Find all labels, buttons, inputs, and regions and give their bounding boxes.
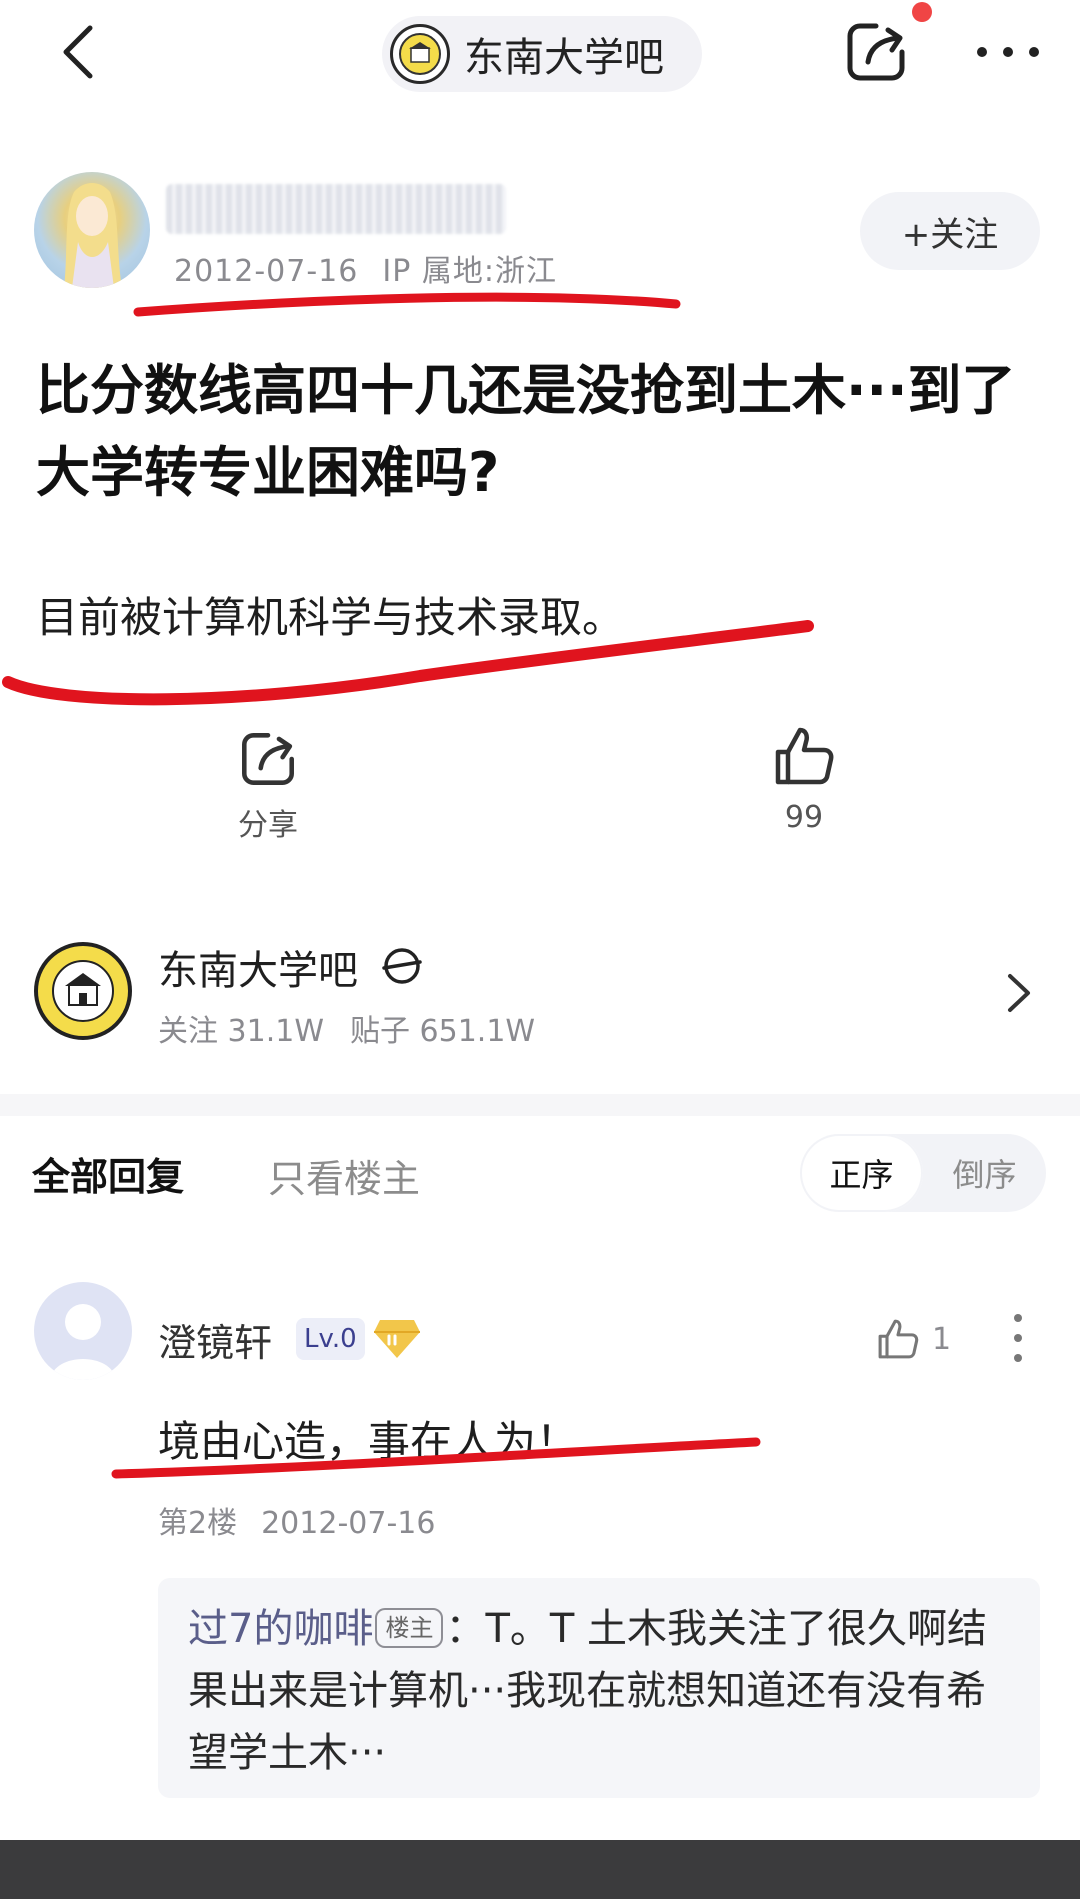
post-body: 目前被计算机科学与技术录取。 [36, 593, 625, 642]
back-arrow-icon[interactable] [52, 22, 112, 82]
share-icon[interactable] [842, 18, 910, 86]
author-name-redacted[interactable] [166, 184, 506, 234]
op-tag: 楼主 [375, 1608, 444, 1648]
tab-op-only[interactable]: 只看楼主 [268, 1148, 420, 1203]
sort-toggle: 正序 倒序 [800, 1134, 1046, 1212]
reply-avatar[interactable] [34, 1282, 132, 1380]
share-label: 分享 [238, 808, 298, 843]
reply-like-count: 1 [932, 1322, 952, 1357]
section-divider [0, 1094, 1080, 1116]
vip-gem-icon [372, 1316, 422, 1360]
reply-username[interactable]: 澄镜轩 [158, 1312, 272, 1367]
reply-meta: 第2楼 2012-07-16 [158, 1498, 435, 1542]
reply-date: 2012-07-16 [261, 1506, 436, 1541]
reply-more-vertical-icon[interactable] [1008, 1310, 1028, 1366]
author-meta: 2012-07-16 IP 属地:浙江 [174, 246, 557, 290]
like-count: 99 [784, 800, 824, 835]
notification-dot [912, 2, 932, 22]
thumbs-up-icon [775, 727, 834, 785]
forum-pill-label: 东南大学吧 [464, 35, 664, 81]
top-bar: 东南大学吧 [0, 0, 1080, 110]
post-title: 比分数线高四十几还是没抢到土木···到了大学转专业困难吗? [36, 359, 1016, 504]
sort-descending-button[interactable]: 倒序 [923, 1150, 1046, 1196]
forum-card-name[interactable]: 东南大学吧 [158, 938, 358, 996]
share-button[interactable]: 分享 [214, 728, 322, 844]
reply-floor: 第2楼 [158, 1506, 238, 1541]
verified-badge-icon [380, 944, 424, 988]
like-button[interactable]: 99 [746, 724, 862, 835]
more-dots-icon[interactable] [968, 26, 1048, 76]
tab-all-replies[interactable]: 全部回复 [32, 1146, 184, 1201]
sort-ascending-button[interactable]: 正序 [800, 1134, 923, 1212]
level-badge: Lv.0 [296, 1318, 365, 1360]
forum-card-logo-icon[interactable] [34, 942, 132, 1040]
forum-posts: 贴子 651.1W [350, 1014, 536, 1049]
forum-pill[interactable]: 东南大学吧 [382, 16, 702, 92]
forum-followers: 关注 31.1W [158, 1014, 324, 1049]
post-date: 2012-07-16 [174, 254, 359, 289]
reply-text: 境由心造，事在人为！ [158, 1417, 579, 1466]
reply-thumbs-up-icon[interactable] [876, 1316, 920, 1362]
sub-reply-username[interactable]: 过7的咖啡 [188, 1606, 373, 1652]
follow-button[interactable]: +关注 [860, 192, 1040, 270]
sub-reply[interactable]: 过7的咖啡 楼主 ：T。T 土木我关注了很久啊结果出来是计算机···我现在就想知道还… [158, 1578, 1040, 1798]
bottom-bar [0, 1840, 1080, 1899]
author-avatar[interactable] [34, 172, 150, 288]
ip-location: IP 属地:浙江 [382, 254, 557, 289]
chevron-right-icon[interactable] [1004, 970, 1034, 1016]
forum-logo-icon [390, 24, 450, 84]
forum-stats: 关注 31.1W 贴子 651.1W [158, 1006, 535, 1050]
share-icon [242, 733, 294, 785]
